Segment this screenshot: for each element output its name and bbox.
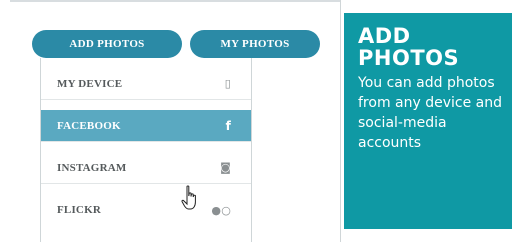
add-photos-dropdown: MY DEVICE ▯ FACEBOOK f INSTAGRAM ◙ FLICK… [40,58,252,242]
facebook-icon: f [225,118,231,133]
menu-item-label: MY DEVICE [57,77,123,90]
info-title: ADD PHOTOS [358,24,460,70]
info-text: You can add photos from any device and s… [358,75,502,151]
info-panel: ADD PHOTOS You can add photos from any d… [344,13,512,229]
menu-item-flickr[interactable]: FLICKR ●○ [41,194,251,226]
frame-border [10,0,340,2]
tab-add-photos[interactable]: ADD PHOTOS [32,30,182,58]
flickr-icon: ●○ [211,203,231,217]
menu-item-label: FLICKR [57,204,101,216]
hand-cursor-icon [181,185,196,210]
menu-item-label: FACEBOOK [57,119,121,132]
instagram-icon: ◙ [220,161,231,174]
menu-item-my-device[interactable]: MY DEVICE ▯ [41,68,251,100]
app-screenshot: ADD PHOTOS MY PHOTOS MY DEVICE ▯ FACEBOO… [10,0,341,242]
menu-item-facebook[interactable]: FACEBOOK f [41,110,251,142]
tab-my-photos[interactable]: MY PHOTOS [190,30,320,58]
phone-icon: ▯ [224,77,231,90]
menu-item-instagram[interactable]: INSTAGRAM ◙ [41,152,251,184]
menu-item-label: INSTAGRAM [57,161,127,174]
